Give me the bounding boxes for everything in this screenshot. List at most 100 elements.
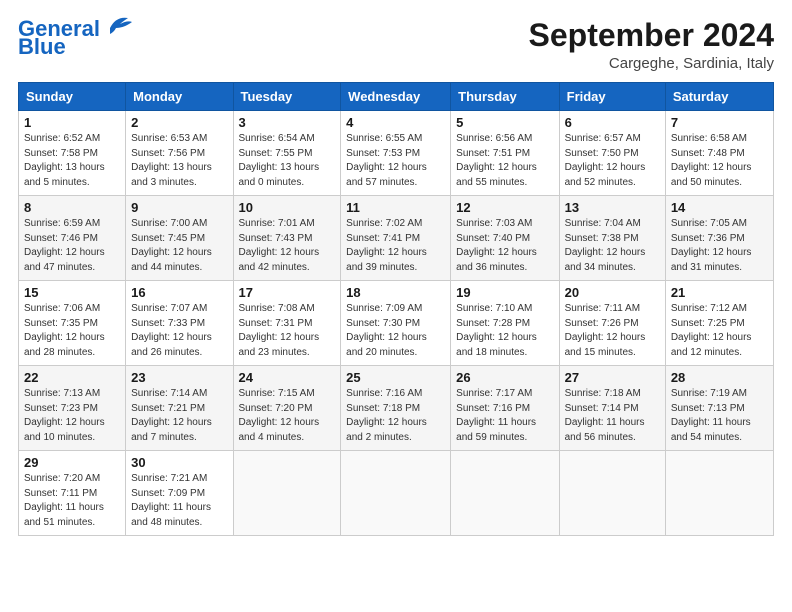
table-row: 8 Sunrise: 6:59 AMSunset: 7:46 PMDayligh… xyxy=(19,196,126,281)
table-row: 3 Sunrise: 6:54 AMSunset: 7:55 PMDayligh… xyxy=(233,111,341,196)
table-row: 17 Sunrise: 7:08 AMSunset: 7:31 PMDaylig… xyxy=(233,281,341,366)
table-row xyxy=(559,451,665,536)
day-number: 12 xyxy=(456,200,553,215)
table-row: 27 Sunrise: 7:18 AMSunset: 7:14 PMDaylig… xyxy=(559,366,665,451)
day-number: 17 xyxy=(239,285,336,300)
table-row: 5 Sunrise: 6:56 AMSunset: 7:51 PMDayligh… xyxy=(451,111,559,196)
day-number: 5 xyxy=(456,115,553,130)
col-thursday: Thursday xyxy=(451,83,559,111)
col-friday: Friday xyxy=(559,83,665,111)
day-number: 7 xyxy=(671,115,768,130)
day-info: Sunrise: 7:07 AMSunset: 7:33 PMDaylight:… xyxy=(131,303,212,358)
calendar-week-row: 22 Sunrise: 7:13 AMSunset: 7:23 PMDaylig… xyxy=(19,366,774,451)
day-info: Sunrise: 6:58 AMSunset: 7:48 PMDaylight:… xyxy=(671,133,752,188)
day-info: Sunrise: 6:55 AMSunset: 7:53 PMDaylight:… xyxy=(346,133,427,188)
col-sunday: Sunday xyxy=(19,83,126,111)
day-info: Sunrise: 7:20 AMSunset: 7:11 PMDaylight:… xyxy=(24,473,104,528)
day-number: 4 xyxy=(346,115,445,130)
month-title: September 2024 xyxy=(529,18,774,53)
day-info: Sunrise: 7:06 AMSunset: 7:35 PMDaylight:… xyxy=(24,303,105,358)
day-number: 6 xyxy=(565,115,660,130)
day-info: Sunrise: 7:03 AMSunset: 7:40 PMDaylight:… xyxy=(456,218,537,273)
day-number: 15 xyxy=(24,285,120,300)
table-row: 13 Sunrise: 7:04 AMSunset: 7:38 PMDaylig… xyxy=(559,196,665,281)
day-number: 21 xyxy=(671,285,768,300)
table-row: 25 Sunrise: 7:16 AMSunset: 7:18 PMDaylig… xyxy=(341,366,451,451)
day-info: Sunrise: 7:02 AMSunset: 7:41 PMDaylight:… xyxy=(346,218,427,273)
day-number: 30 xyxy=(131,455,227,470)
location: Cargeghe, Sardinia, Italy xyxy=(529,55,774,72)
table-row: 9 Sunrise: 7:00 AMSunset: 7:45 PMDayligh… xyxy=(126,196,233,281)
day-number: 8 xyxy=(24,200,120,215)
table-row xyxy=(341,451,451,536)
day-info: Sunrise: 6:53 AMSunset: 7:56 PMDaylight:… xyxy=(131,133,212,188)
day-number: 29 xyxy=(24,455,120,470)
table-row xyxy=(665,451,773,536)
calendar-week-row: 15 Sunrise: 7:06 AMSunset: 7:35 PMDaylig… xyxy=(19,281,774,366)
day-info: Sunrise: 7:18 AMSunset: 7:14 PMDaylight:… xyxy=(565,388,645,443)
col-wednesday: Wednesday xyxy=(341,83,451,111)
table-row xyxy=(451,451,559,536)
table-row: 29 Sunrise: 7:20 AMSunset: 7:11 PMDaylig… xyxy=(19,451,126,536)
day-number: 2 xyxy=(131,115,227,130)
table-row: 20 Sunrise: 7:11 AMSunset: 7:26 PMDaylig… xyxy=(559,281,665,366)
table-row: 16 Sunrise: 7:07 AMSunset: 7:33 PMDaylig… xyxy=(126,281,233,366)
table-row: 10 Sunrise: 7:01 AMSunset: 7:43 PMDaylig… xyxy=(233,196,341,281)
day-number: 24 xyxy=(239,370,336,385)
calendar-week-row: 8 Sunrise: 6:59 AMSunset: 7:46 PMDayligh… xyxy=(19,196,774,281)
day-number: 26 xyxy=(456,370,553,385)
day-number: 23 xyxy=(131,370,227,385)
title-area: September 2024 Cargeghe, Sardinia, Italy xyxy=(529,18,774,72)
day-info: Sunrise: 7:10 AMSunset: 7:28 PMDaylight:… xyxy=(456,303,537,358)
table-row: 11 Sunrise: 7:02 AMSunset: 7:41 PMDaylig… xyxy=(341,196,451,281)
col-tuesday: Tuesday xyxy=(233,83,341,111)
day-info: Sunrise: 6:56 AMSunset: 7:51 PMDaylight:… xyxy=(456,133,537,188)
table-row: 2 Sunrise: 6:53 AMSunset: 7:56 PMDayligh… xyxy=(126,111,233,196)
col-monday: Monday xyxy=(126,83,233,111)
table-row xyxy=(233,451,341,536)
table-row: 4 Sunrise: 6:55 AMSunset: 7:53 PMDayligh… xyxy=(341,111,451,196)
calendar-header-row: Sunday Monday Tuesday Wednesday Thursday… xyxy=(19,83,774,111)
day-number: 19 xyxy=(456,285,553,300)
day-number: 10 xyxy=(239,200,336,215)
header: General Blue September 2024 Cargeghe, Sa… xyxy=(18,18,774,72)
logo-blue-text: Blue xyxy=(18,36,66,58)
calendar-week-row: 1 Sunrise: 6:52 AMSunset: 7:58 PMDayligh… xyxy=(19,111,774,196)
table-row: 14 Sunrise: 7:05 AMSunset: 7:36 PMDaylig… xyxy=(665,196,773,281)
day-number: 22 xyxy=(24,370,120,385)
day-info: Sunrise: 6:57 AMSunset: 7:50 PMDaylight:… xyxy=(565,133,646,188)
day-number: 13 xyxy=(565,200,660,215)
day-info: Sunrise: 7:19 AMSunset: 7:13 PMDaylight:… xyxy=(671,388,751,443)
table-row: 26 Sunrise: 7:17 AMSunset: 7:16 PMDaylig… xyxy=(451,366,559,451)
day-info: Sunrise: 7:15 AMSunset: 7:20 PMDaylight:… xyxy=(239,388,320,443)
day-number: 9 xyxy=(131,200,227,215)
day-info: Sunrise: 7:11 AMSunset: 7:26 PMDaylight:… xyxy=(565,303,646,358)
day-number: 3 xyxy=(239,115,336,130)
day-info: Sunrise: 6:52 AMSunset: 7:58 PMDaylight:… xyxy=(24,133,105,188)
day-number: 14 xyxy=(671,200,768,215)
logo-bird-icon xyxy=(102,14,134,36)
day-info: Sunrise: 7:12 AMSunset: 7:25 PMDaylight:… xyxy=(671,303,752,358)
day-info: Sunrise: 7:14 AMSunset: 7:21 PMDaylight:… xyxy=(131,388,212,443)
day-info: Sunrise: 7:00 AMSunset: 7:45 PMDaylight:… xyxy=(131,218,212,273)
day-info: Sunrise: 7:04 AMSunset: 7:38 PMDaylight:… xyxy=(565,218,646,273)
day-number: 1 xyxy=(24,115,120,130)
day-number: 20 xyxy=(565,285,660,300)
logo: General Blue xyxy=(18,18,134,58)
table-row: 15 Sunrise: 7:06 AMSunset: 7:35 PMDaylig… xyxy=(19,281,126,366)
day-info: Sunrise: 7:21 AMSunset: 7:09 PMDaylight:… xyxy=(131,473,211,528)
day-info: Sunrise: 7:17 AMSunset: 7:16 PMDaylight:… xyxy=(456,388,536,443)
table-row: 12 Sunrise: 7:03 AMSunset: 7:40 PMDaylig… xyxy=(451,196,559,281)
table-row: 23 Sunrise: 7:14 AMSunset: 7:21 PMDaylig… xyxy=(126,366,233,451)
day-number: 11 xyxy=(346,200,445,215)
table-row: 7 Sunrise: 6:58 AMSunset: 7:48 PMDayligh… xyxy=(665,111,773,196)
table-row: 28 Sunrise: 7:19 AMSunset: 7:13 PMDaylig… xyxy=(665,366,773,451)
col-saturday: Saturday xyxy=(665,83,773,111)
day-info: Sunrise: 6:59 AMSunset: 7:46 PMDaylight:… xyxy=(24,218,105,273)
day-info: Sunrise: 7:16 AMSunset: 7:18 PMDaylight:… xyxy=(346,388,427,443)
day-info: Sunrise: 6:54 AMSunset: 7:55 PMDaylight:… xyxy=(239,133,320,188)
day-number: 27 xyxy=(565,370,660,385)
day-info: Sunrise: 7:01 AMSunset: 7:43 PMDaylight:… xyxy=(239,218,320,273)
table-row: 22 Sunrise: 7:13 AMSunset: 7:23 PMDaylig… xyxy=(19,366,126,451)
day-info: Sunrise: 7:09 AMSunset: 7:30 PMDaylight:… xyxy=(346,303,427,358)
